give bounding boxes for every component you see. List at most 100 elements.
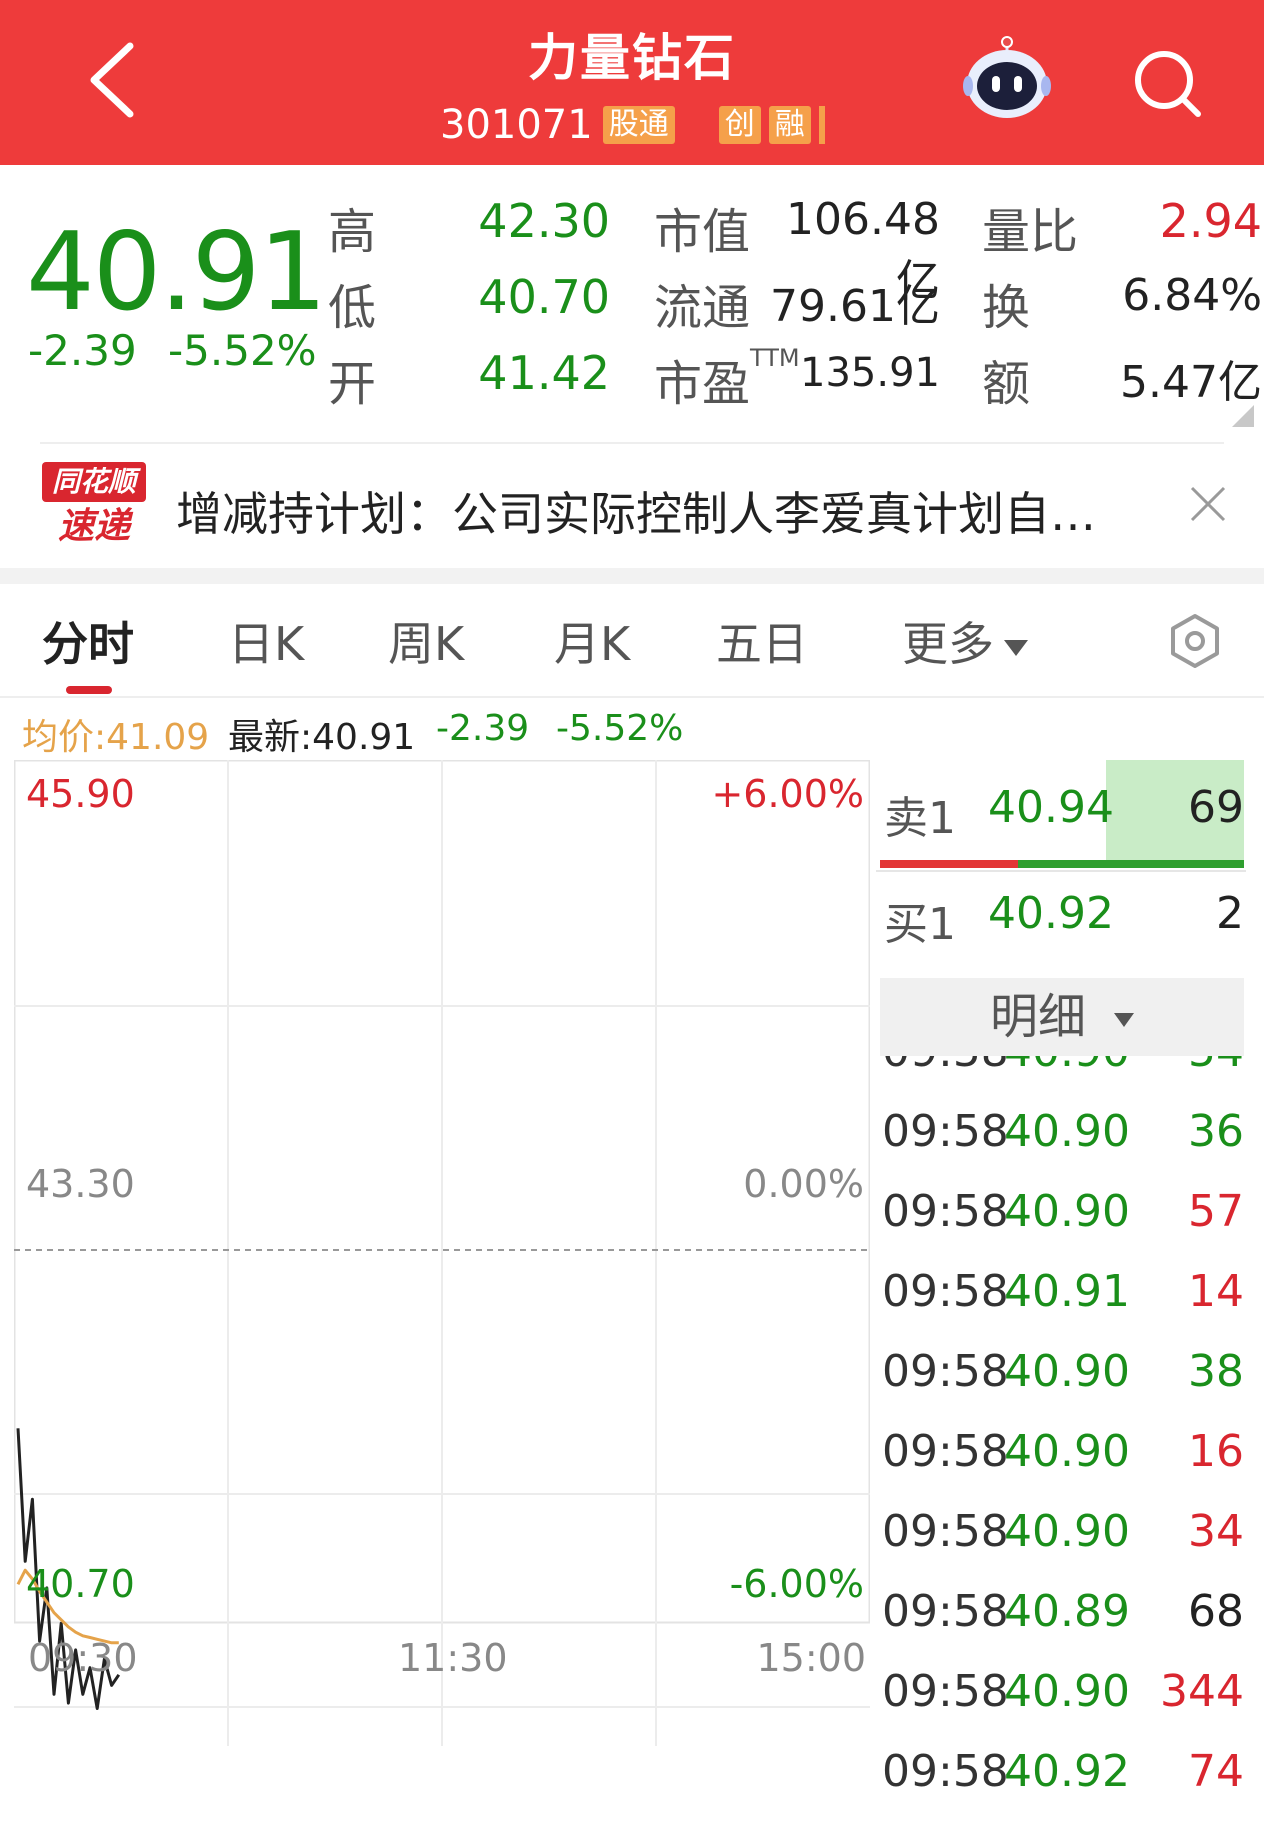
trade-price: 40.90 [1004,1426,1130,1477]
mkt-cap-label: 市值 [654,204,751,260]
trade-volume: 14 [1188,1266,1244,1317]
trade-row: 09:58 40.92 74 [880,1746,1244,1821]
news-logo-bottom: 速递 [57,506,130,547]
tab-more[interactable]: 更多 [902,608,1028,674]
stock-code-row: 301071 股通 创 融 [440,100,825,150]
bid1-price[interactable]: 40.92 [988,888,1114,939]
detail-label: 明细 [989,989,1086,1045]
search-icon[interactable] [1130,46,1204,120]
trade-volume: 74 [1188,1746,1244,1797]
stock-code: 301071 [440,102,593,148]
x-tick-midday: 11:30 [398,1636,508,1680]
y-right-tick-mid: 0.00% [743,1162,864,1206]
tag-overflow-marker [818,106,825,144]
trade-volume: 38 [1188,1346,1244,1397]
intraday-chart[interactable]: 45.90 43.30 40.70 +6.00% 0.00% -6.00% 09… [13,759,871,1746]
trade-volume: 57 [1188,1186,1244,1237]
price-change-pct: -5.52% [168,326,317,375]
trade-time: 09:58 [882,1056,1009,1077]
tab-daily-k[interactable]: 日K [228,608,304,674]
vol-ratio-value: 2.94 [1159,194,1262,248]
tab-intraday[interactable]: 分时 [42,608,134,674]
y-left-tick-bottom: 40.70 [26,1562,135,1606]
pe-label: 市盈TTM [654,344,800,414]
trade-price: 40.90 [1004,1346,1130,1397]
change-pct-readout: -5.52% [556,708,684,749]
trade-row: 09:58 40.89 68 [880,1586,1244,1666]
trade-row: 09:58 40.90 344 [880,1666,1244,1746]
news-logo: 同花顺 速递 [42,462,146,554]
change-readout: -2.39 [436,708,530,749]
assistant-robot-icon[interactable] [962,36,1052,122]
trade-time: 09:58 [882,1426,1009,1477]
trade-price: 40.90 [1004,1186,1130,1237]
turnover-label: 换 [982,280,1031,336]
vol-ratio-label: 量比 [982,204,1079,260]
avg-price-readout: 均价:41.09 [22,717,210,758]
trade-row: 09:58 40.91 14 [880,1266,1244,1346]
amount-label: 额 [982,356,1031,412]
latest-price-readout: 最新:40.91 [228,717,416,758]
open-label: 开 [328,356,377,412]
y-right-tick-bottom: -6.00% [729,1562,864,1606]
trade-price: 40.89 [1004,1586,1130,1637]
trade-price: 40.92 [1004,1746,1130,1797]
expand-corner-icon[interactable] [1232,405,1254,427]
open-value: 41.42 [478,346,610,400]
tab-five-day[interactable]: 五日 [716,608,808,674]
float-cap-value: 79.61亿 [770,281,940,332]
active-tab-indicator [66,686,112,694]
current-price: 40.91 [26,210,327,335]
trade-row: 09:58 40.90 16 [880,1426,1244,1506]
x-tick-close: 15:00 [756,1636,866,1680]
y-left-tick-mid: 43.30 [26,1162,135,1206]
ask-ratio-bar [1018,860,1244,868]
detail-toggle[interactable]: 明细 [880,978,1244,1056]
trade-price: 40.90 [1004,1056,1130,1077]
trade-time: 09:58 [882,1746,1009,1797]
ask1-label: 卖1 [884,793,956,844]
trade-volume: 68 [1188,1586,1244,1637]
ask1-volume: 69 [1188,782,1244,833]
trade-price: 40.90 [1004,1106,1130,1157]
trade-volume: 344 [1160,1666,1244,1717]
tab-monthly-k[interactable]: 月K [554,608,630,674]
settings-icon[interactable] [1166,612,1224,670]
divider [40,442,1224,444]
tab-weekly-k[interactable]: 周K [388,608,464,674]
pe-label-text: 市盈 [654,356,751,412]
trade-price: 40.91 [1004,1266,1130,1317]
trade-time: 09:58 [882,1186,1009,1237]
trade-volume: 54 [1188,1056,1244,1077]
stock-name: 力量钻石 [528,29,736,87]
trade-price: 40.90 [1004,1666,1130,1717]
trade-volume: 34 [1188,1506,1244,1557]
ask1-price[interactable]: 40.94 [988,782,1114,833]
trade-row: 09:58 40.90 38 [880,1346,1244,1426]
trade-time: 09:58 [882,1666,1009,1717]
trade-time: 09:58 [882,1506,1009,1557]
trade-price: 40.90 [1004,1506,1130,1557]
news-logo-top: 同花顺 [42,462,146,502]
tag-chinext[interactable]: 创 [718,106,761,144]
bid1-label: 买1 [884,899,956,950]
trade-time: 09:58 [882,1586,1009,1637]
high-value: 42.30 [478,194,610,248]
tag-margin[interactable]: 融 [768,106,811,144]
news-headline[interactable]: 增减持计划：公司实际控制人李爱真计划自… [176,478,1146,544]
trade-volume: 36 [1188,1106,1244,1157]
section-separator [0,568,1264,584]
trade-time: 09:58 [882,1106,1009,1157]
amount-value: 5.47亿 [1120,357,1262,408]
price-change: -2.39 [28,326,137,375]
y-right-tick-top: +6.00% [711,772,864,816]
trade-detail-list[interactable]: 09:5840.905409:5840.903609:5840.905709:5… [880,1056,1244,1821]
close-icon[interactable] [1186,482,1230,526]
tab-more-label: 更多 [902,617,994,671]
trade-row: 09:58 40.90 34 [880,1506,1244,1586]
top-bar: 力量钻石 301071 股通 创 融 [0,0,1264,165]
high-label: 高 [328,204,377,260]
tag-connect[interactable]: 股通 [602,106,675,144]
turnover-value: 6.84% [1122,270,1262,321]
trade-row: 09:58 40.90 36 [880,1106,1244,1186]
